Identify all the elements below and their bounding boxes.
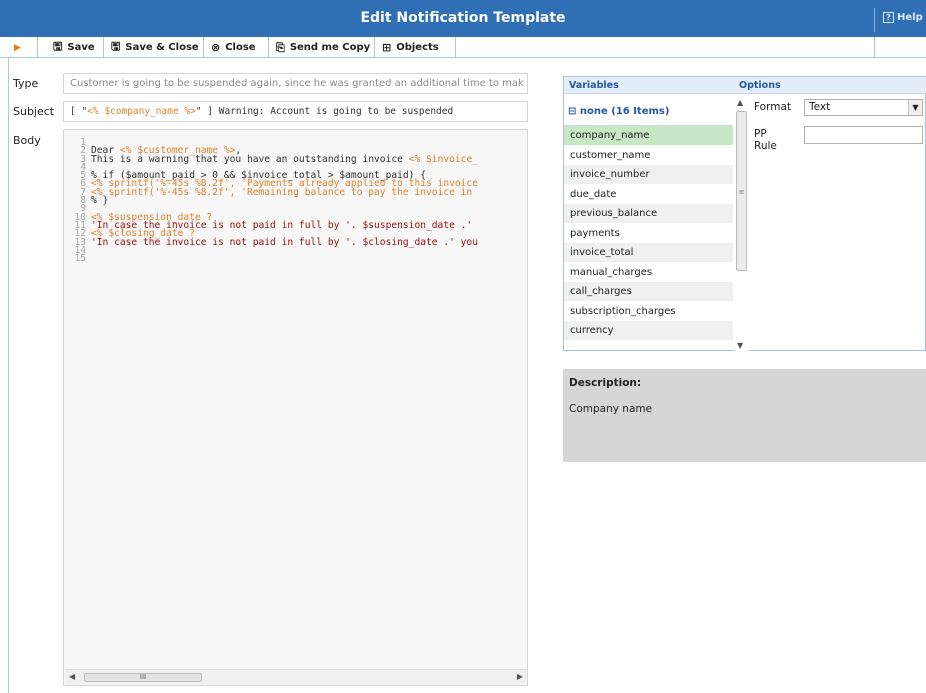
variable-list: company_name customer_name invoice_number d… [564,125,733,345]
variable-item[interactable]: payments [564,224,733,243]
scroll-up-icon[interactable]: ▲ [737,98,743,107]
scroll-down-icon[interactable]: ▼ [737,341,743,350]
help-icon: ? [883,12,894,23]
variable-item[interactable]: subscription_charges [564,302,733,321]
variable-item[interactable]: due_date [564,185,733,204]
variable-item[interactable]: call_charges [564,282,733,302]
code-token: <% sprintf('%-45s %8.2f', 'Remaining bal… [91,186,473,198]
close-button[interactable]: ⊗ Close [205,37,269,58]
scroll-right-icon[interactable]: ▶ [517,672,523,681]
objects-icon: ⊞ [382,41,392,54]
options-header-label: Options [739,80,781,91]
subject-label: Subject [13,105,55,118]
copy-icon: ⎘ [276,40,285,54]
code-line: 8% } [72,195,478,207]
code-token: % } [91,195,109,207]
variable-item[interactable]: previous_balance [564,204,733,224]
chevron-down-icon[interactable]: ▼ [908,100,922,115]
description-text: Company name [569,403,653,415]
subject-field[interactable]: [ "<% $company_name %>" ] Warning: Accou… [63,101,528,122]
pprule-input[interactable] [804,126,923,144]
line-number: 15 [74,253,86,265]
horizontal-scrollbar[interactable]: ◀ III ▶ [65,669,527,684]
play-icon[interactable]: ▶ [8,37,38,58]
variable-group[interactable]: ⊟ none (16 Items) [568,106,669,117]
code-line: 13 'In case the invoice is not paid in fu… [72,236,478,248]
objects-button[interactable]: ⊞ Objects [376,37,456,58]
variable-item[interactable]: company_name [564,126,733,146]
type-label: Type [13,77,39,90]
code-line: 3 This is a warning that you have an outs… [72,153,478,165]
floppy-disk-icon: 🖫 [111,40,121,53]
collapse-icon[interactable]: ⊟ [568,106,576,117]
code-line: 7 <% sprintf('%-45s %8.2f', 'Remaining ba… [72,186,478,198]
variables-header-label: Variables [569,80,619,91]
scroll-thumb[interactable]: ≡ [736,111,747,271]
body-editor[interactable]: 1 2 Dear <% $customer_name %>, 3 This is a w… [63,129,528,686]
code-line: 14 [72,245,478,255]
code-line: 15 [72,253,478,265]
title-bar: Edit Notification Template ? Help [0,0,926,37]
window-title: Edit Notification Template [360,10,566,26]
close-circle-icon: ⊗ [211,41,221,54]
code-token: 'In case the invoice is not paid in full… [91,236,478,248]
code-lines: 1 2 Dear <% $customer_name %>, 3 This is a w… [72,138,478,265]
pprule-label: PP Rule [754,128,777,152]
scroll-left-icon[interactable]: ◀ [69,672,75,681]
variable-item[interactable]: manual_charges [564,263,733,282]
description-heading: Description: [569,377,642,389]
description-panel: Description: Company name [563,369,926,462]
variables-header: Variables Options [564,77,926,94]
toolbar: ▶ 🖫 Save 🖫 Save & Close ⊗ Close ⎘ Send me Co… [0,37,926,58]
variable-item[interactable]: amount_due [564,341,733,346]
variable-item[interactable]: customer_name [564,146,733,165]
code-token: <% $invoice_ [408,153,478,165]
toolbar-spacer [874,37,926,58]
body-label: Body [13,134,41,147]
help-label: Help [897,12,923,23]
variables-panel: Variables Options ⊟ none (16 Items) comp… [563,76,926,351]
floppy-disk-icon: 🖫 [53,40,63,53]
type-field[interactable]: Customer is going to be suspended again,… [63,73,528,94]
variable-item[interactable]: invoice_total [564,243,733,263]
format-select[interactable]: Text ▼ [804,99,923,116]
code-token: This is a warning that you have an outst… [91,153,409,165]
format-label: Format [754,101,792,113]
save-close-button[interactable]: 🖫 Save & Close [105,37,204,58]
vertical-scrollbar[interactable]: ▲ ≡ ▼ [735,97,748,351]
variable-item[interactable]: currency [564,321,733,341]
help-button[interactable]: ? Help [874,8,926,32]
variable-item[interactable]: invoice_number [564,165,733,185]
scroll-thumb[interactable]: III [84,673,202,682]
send-copy-button[interactable]: ⎘ Send me Copy [270,37,375,58]
save-button[interactable]: 🖫 Save [47,37,104,58]
